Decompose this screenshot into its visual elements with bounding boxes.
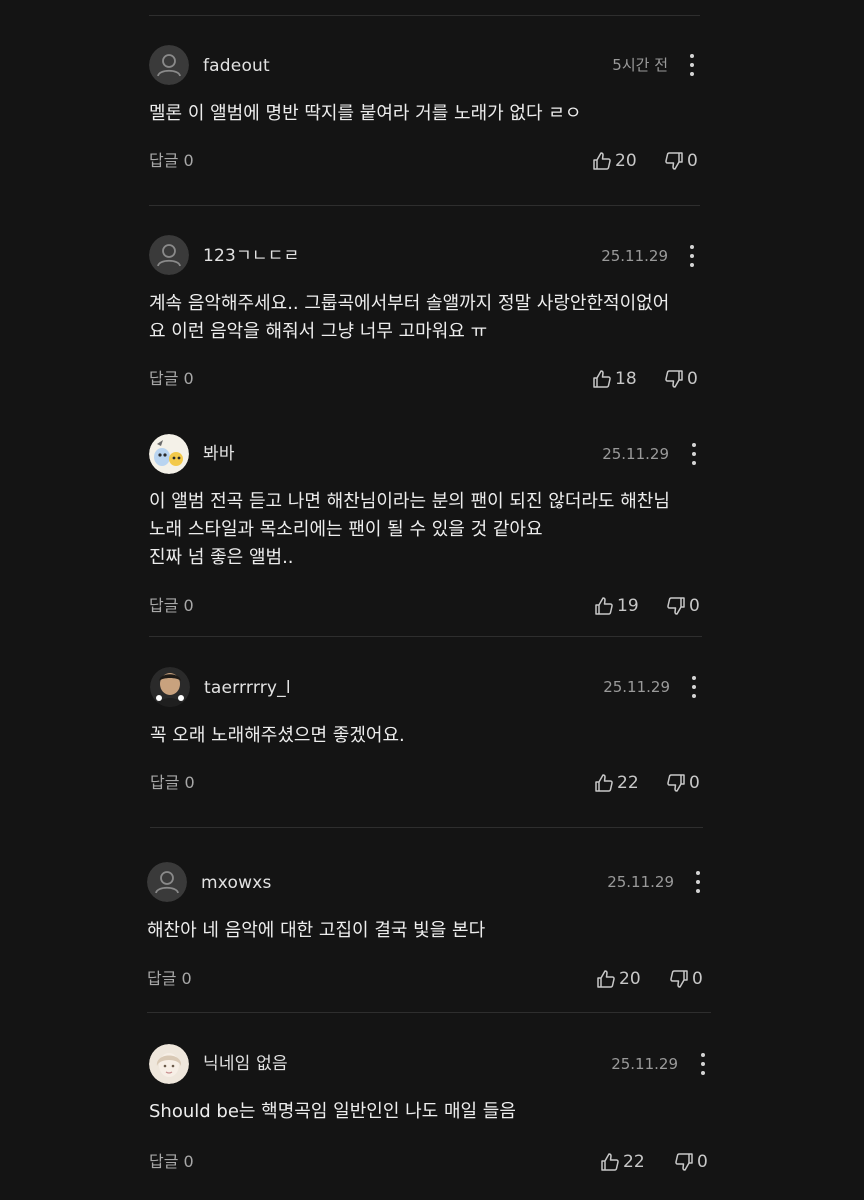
username[interactable]: fadeout	[203, 56, 270, 76]
thumbs-up-icon	[597, 970, 615, 988]
cartoon-avatar	[149, 434, 189, 474]
reply-button[interactable]: 답글 0	[149, 151, 194, 171]
thumbs-down-icon	[667, 774, 685, 792]
dislike-count: 0	[692, 969, 703, 989]
like-count: 20	[615, 151, 637, 171]
more-options-icon[interactable]	[684, 672, 704, 702]
thumbs-down-icon	[670, 970, 688, 988]
timestamp: 25.11.29	[607, 873, 674, 891]
default-person-icon	[149, 235, 189, 275]
like-button[interactable]: 22	[594, 773, 639, 793]
timestamp: 5시간 전	[612, 56, 668, 74]
divider	[149, 636, 702, 637]
more-options-icon[interactable]	[684, 439, 704, 469]
timestamp: 25.11.29	[611, 1055, 678, 1073]
avatar[interactable]	[149, 434, 189, 474]
reply-label: 답글	[149, 596, 179, 615]
reply-count: 0	[181, 969, 192, 988]
thumbs-up-icon	[593, 152, 611, 170]
dislike-button[interactable]: 0	[664, 151, 698, 171]
default-person-icon	[147, 862, 187, 902]
like-count: 20	[619, 969, 641, 989]
thumbs-up-icon	[593, 370, 611, 388]
photo-avatar	[150, 667, 190, 707]
dislike-count: 0	[697, 1152, 708, 1172]
reply-button[interactable]: 답글 0	[149, 1152, 194, 1172]
avatar[interactable]	[149, 235, 189, 275]
username[interactable]: 닉네임 없음	[203, 1054, 288, 1074]
reply-button[interactable]: 답글 0	[150, 773, 195, 793]
like-count: 18	[615, 369, 637, 389]
comment-text: 계속 음악해주세요.. 그룹곡에서부터 솔앨까지 정말 사랑안한적이없어 요 이…	[149, 293, 670, 342]
more-options-icon[interactable]	[688, 867, 708, 897]
reply-count: 0	[184, 773, 195, 792]
comment-text: Should be는 핵명곡임 일반인인 나도 매일 들음	[149, 1101, 516, 1122]
reply-count: 0	[183, 596, 194, 615]
dislike-count: 0	[689, 596, 700, 616]
dislike-button[interactable]: 0	[666, 596, 700, 616]
reply-button[interactable]: 답글 0	[149, 369, 194, 389]
default-person-icon	[149, 45, 189, 85]
reply-label: 답글	[150, 773, 180, 792]
like-count: 22	[623, 1152, 645, 1172]
reply-label: 답글	[149, 369, 179, 388]
more-options-icon[interactable]	[682, 50, 702, 80]
username[interactable]: taerrrrry_l	[204, 678, 291, 698]
dislike-count: 0	[687, 151, 698, 171]
divider	[150, 827, 703, 828]
dislike-button[interactable]: 0	[666, 773, 700, 793]
reply-count: 0	[183, 1152, 194, 1171]
thumbs-down-icon	[665, 370, 683, 388]
like-button[interactable]: 22	[600, 1152, 645, 1172]
avatar[interactable]	[150, 667, 190, 707]
thumbs-down-icon	[667, 597, 685, 615]
comment-text: 꼭 오래 노래해주셨으면 좋겠어요.	[150, 725, 405, 746]
avatar[interactable]	[149, 45, 189, 85]
thumbs-up-icon	[595, 597, 613, 615]
avatar[interactable]	[147, 862, 187, 902]
thumbs-down-icon	[675, 1153, 693, 1171]
comment-text: 해찬아 네 음악에 대한 고집이 결국 빛을 본다	[147, 920, 486, 941]
like-button[interactable]: 20	[592, 151, 637, 171]
thumbs-up-icon	[601, 1153, 619, 1171]
reply-button[interactable]: 답글 0	[149, 596, 194, 616]
reply-count: 0	[183, 151, 194, 170]
more-options-icon[interactable]	[693, 1049, 713, 1079]
username[interactable]: mxowxs	[201, 873, 272, 893]
reply-button[interactable]: 답글 0	[147, 969, 192, 989]
reply-label: 답글	[149, 151, 179, 170]
divider	[149, 205, 700, 206]
thumbs-down-icon	[665, 152, 683, 170]
reply-count: 0	[183, 369, 194, 388]
timestamp: 25.11.29	[602, 445, 669, 463]
more-options-icon[interactable]	[682, 241, 702, 271]
comment-text: 이 앨범 전곡 듣고 나면 해찬님이라는 분의 팬이 되진 않더라도 해찬님 노…	[149, 491, 670, 568]
timestamp: 25.11.29	[603, 678, 670, 696]
like-button[interactable]: 20	[596, 969, 641, 989]
divider	[149, 15, 700, 16]
avatar[interactable]	[149, 1044, 189, 1084]
username[interactable]: 123ㄱㄴㄷㄹ	[203, 246, 299, 266]
like-count: 19	[617, 596, 639, 616]
like-count: 22	[617, 773, 639, 793]
dislike-button[interactable]: 0	[669, 969, 703, 989]
dislike-button[interactable]: 0	[664, 369, 698, 389]
divider	[147, 1012, 711, 1013]
comment-text: 멜론 이 앨범에 명반 딱지를 붙여라 거를 노래가 없다 ㄹㅇ	[149, 103, 582, 124]
dislike-button[interactable]: 0	[674, 1152, 708, 1172]
reply-label: 답글	[149, 1152, 179, 1171]
reply-label: 답글	[147, 969, 177, 988]
thumbs-up-icon	[595, 774, 613, 792]
like-button[interactable]: 19	[594, 596, 639, 616]
like-button[interactable]: 18	[592, 369, 637, 389]
timestamp: 25.11.29	[601, 247, 668, 265]
dislike-count: 0	[687, 369, 698, 389]
dislike-count: 0	[689, 773, 700, 793]
illustration-avatar	[149, 1044, 189, 1084]
username[interactable]: 봐바	[203, 444, 235, 464]
